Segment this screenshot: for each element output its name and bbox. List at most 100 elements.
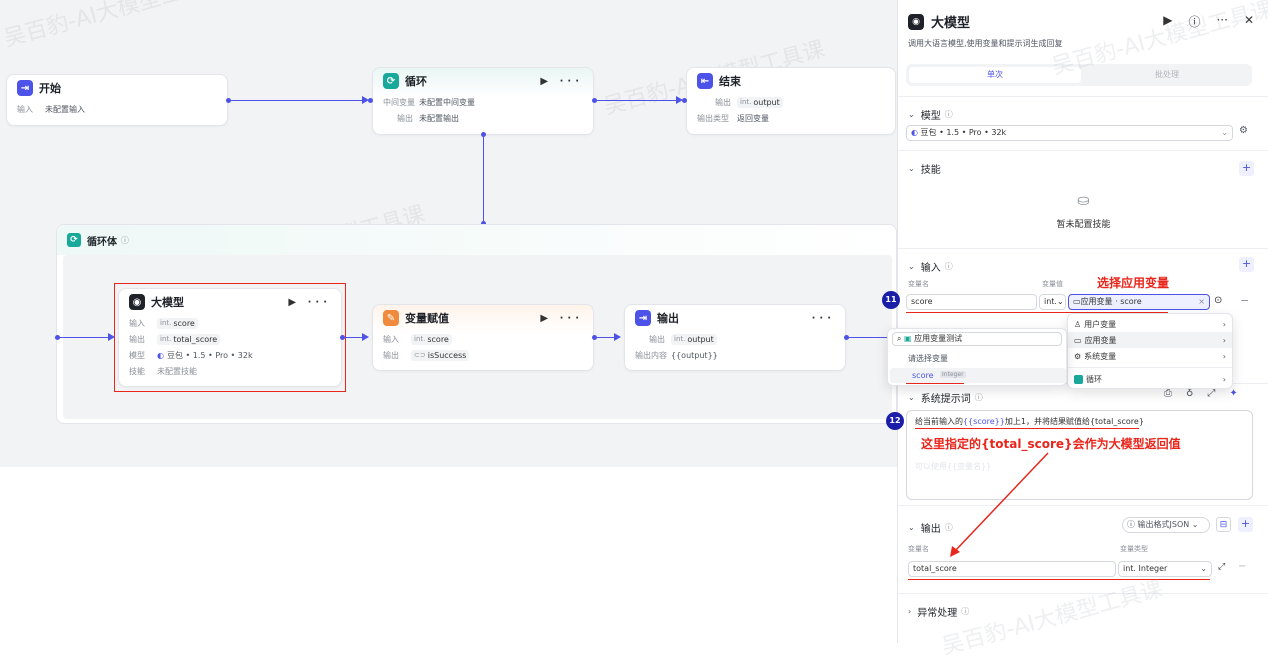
assign-icon: ✎	[383, 310, 399, 326]
edge	[847, 337, 887, 338]
menu-item-system-vars[interactable]: ⚙ 系统变量 ›	[1068, 348, 1232, 364]
expand-icon[interactable]: ⤢	[1218, 562, 1225, 572]
column-label: 变量值	[1042, 280, 1063, 288]
info-icon[interactable]: ⓘ	[945, 522, 953, 533]
add-skill-button[interactable]: +	[1239, 161, 1254, 176]
output-section: ⌄ 输出 ⓘ ⓘ 输出格式JSON ⌄ ⊟ + 变量名 变量类型 total_sco…	[898, 505, 1268, 593]
node-actions[interactable]: ▶ ···	[540, 76, 583, 87]
output-node[interactable]: ⇥ 输出 ··· 输出 int. output 输出内容 {{output}}	[624, 304, 846, 371]
node-actions[interactable]: ▶ ···	[540, 313, 583, 324]
output-var-name[interactable]: total_score	[908, 561, 1116, 577]
output-chip: int. output	[737, 96, 783, 108]
input-label: 输入	[17, 104, 33, 114]
folder-icon: ▭	[1073, 297, 1081, 306]
chevron-down-icon[interactable]: ⌄	[908, 262, 915, 271]
menu-item-app-vars[interactable]: ▭ 应用变量 ›	[1068, 332, 1232, 348]
menu-item-user-vars[interactable]: ♙ 用户变量 ›	[1068, 316, 1232, 332]
chevron-right-icon: ›	[1222, 351, 1226, 361]
output-type-label: 输出类型	[697, 113, 729, 123]
step-badge: 11	[882, 291, 900, 309]
output-chip: int. output	[671, 333, 717, 345]
sparkle-icon[interactable]: ✦	[1229, 388, 1237, 399]
loop-node[interactable]: ⟳ 循环 ▶ ··· 中间变量 未配置中间变量 输出 未配置输出	[372, 67, 594, 135]
info-icon[interactable]: ⓘ	[121, 235, 129, 246]
section-title: 输入	[920, 263, 941, 274]
chevron-right-icon[interactable]: ›	[908, 607, 911, 616]
input-label: 输入	[383, 334, 399, 344]
node-actions[interactable]: ▶ ···	[288, 297, 331, 308]
output-var-type[interactable]: int. Integer ⌄	[1118, 561, 1212, 577]
chevron-down-icon: ⌄	[1200, 564, 1207, 573]
add-output-button[interactable]: +	[1238, 517, 1253, 532]
run-icon[interactable]: ▶	[1163, 13, 1172, 30]
start-node[interactable]: ⇥ 开始 输入 未配置输入	[6, 74, 228, 126]
menu-item-loop[interactable]: 循环 ›	[1068, 371, 1232, 387]
remove-input-button[interactable]: −	[1240, 294, 1249, 307]
section-title: 技能	[920, 165, 941, 176]
info-icon[interactable]: ⓘ	[945, 261, 953, 272]
output-icon: ⇥	[635, 310, 651, 326]
chevron-down-icon[interactable]: ⌄	[908, 110, 915, 119]
section-title: 输出	[920, 524, 941, 535]
loop-body-title: 循环体	[87, 236, 117, 248]
chevron-down-icon[interactable]: ⌄	[908, 523, 915, 532]
input-var-type[interactable]: int.⌄	[1039, 294, 1066, 310]
variable-option-score[interactable]: score Integer	[890, 368, 1066, 383]
node-title: 输出	[657, 312, 679, 325]
chevron-down-icon[interactable]: ⌄	[908, 164, 915, 173]
library-icon[interactable]: ⎙	[1164, 388, 1172, 399]
lightbulb-icon[interactable]: ♁	[1186, 388, 1193, 399]
assign-node[interactable]: ✎ 变量赋值 ▶ ··· 输入 int. score 输出 ⊂⊃ isSuccess	[372, 304, 594, 371]
end-icon: ⇤	[697, 73, 713, 89]
help-icon[interactable]: ⓘ	[1188, 13, 1200, 30]
loop-body-icon: ⟳	[67, 233, 81, 247]
skills-empty-text: 暂未配置技能	[1056, 220, 1111, 230]
mode-switch: 单次 批处理	[906, 64, 1252, 86]
output-format-select[interactable]: ⓘ 输出格式JSON ⌄	[1122, 517, 1210, 533]
more-icon[interactable]: ···	[1216, 13, 1227, 30]
tab-single[interactable]: 单次	[909, 67, 1081, 83]
section-title: 系统提示词	[920, 394, 971, 405]
close-icon[interactable]: ✕	[1244, 13, 1254, 30]
chevron-right-icon: ›	[1222, 319, 1226, 329]
tab-batch[interactable]: 批处理	[1086, 67, 1248, 83]
llm-icon: ◉	[129, 294, 145, 310]
info-icon[interactable]: ⓘ	[945, 109, 953, 120]
chevron-down-icon[interactable]: ⌄	[908, 393, 915, 402]
node-title: 循环	[405, 75, 427, 88]
app-icon: ▣	[904, 334, 912, 343]
edge	[229, 100, 363, 101]
output-value: 未配置输出	[419, 113, 459, 123]
info-icon[interactable]: ⓘ	[961, 606, 969, 617]
variable-hint: 请选择变量	[908, 354, 948, 363]
prompt-editor[interactable]: 给当前输入的{{score}}加上1，并将结果赋值给{total_score} …	[906, 410, 1253, 500]
add-input-button[interactable]: +	[1239, 257, 1254, 272]
variable-search-input[interactable]: ⌕ ▣ 应用变量测试	[892, 332, 1062, 346]
chevron-right-icon: ›	[1222, 374, 1226, 384]
node-title: 开始	[39, 82, 61, 95]
edge	[483, 135, 484, 223]
llm-node[interactable]: ◉ 大模型 ▶ ··· 输入 int. score 输出 int. total_scor…	[118, 288, 342, 387]
node-actions[interactable]: ···	[812, 313, 835, 324]
expand-icon[interactable]: ⤢	[1207, 388, 1215, 399]
chevron-down-icon: ⌄	[1221, 128, 1228, 137]
port[interactable]	[682, 98, 687, 103]
input-var-value[interactable]: ▭应用变量 · score ×	[1068, 294, 1210, 310]
input-var-name[interactable]: score	[906, 294, 1037, 310]
info-icon[interactable]: ⓘ	[975, 392, 983, 403]
gear-icon[interactable]: ⚙	[1239, 125, 1248, 136]
edge-arrow	[108, 333, 115, 341]
variable-picker-icon[interactable]: ⊙	[1214, 295, 1222, 306]
info-icon: ⓘ	[1127, 520, 1135, 529]
output-label: 输出	[715, 97, 731, 107]
end-node[interactable]: ⇤ 结束 输出 int. output 输出类型 返回变量	[686, 67, 896, 135]
port[interactable]	[368, 98, 373, 103]
collapse-icon[interactable]: ⊟	[1216, 517, 1231, 532]
mid-var-label: 中间变量	[383, 97, 415, 107]
remove-output-button[interactable]: −	[1238, 561, 1246, 572]
model-select[interactable]: ◐ 豆包 • 1.5 • Pro • 32k ⌄	[906, 125, 1233, 141]
clear-icon: ×	[1198, 297, 1205, 306]
panel-title: 大模型	[931, 16, 971, 31]
search-icon: ⌕	[897, 334, 902, 343]
annotation-text: 选择应用变量	[1097, 276, 1170, 290]
